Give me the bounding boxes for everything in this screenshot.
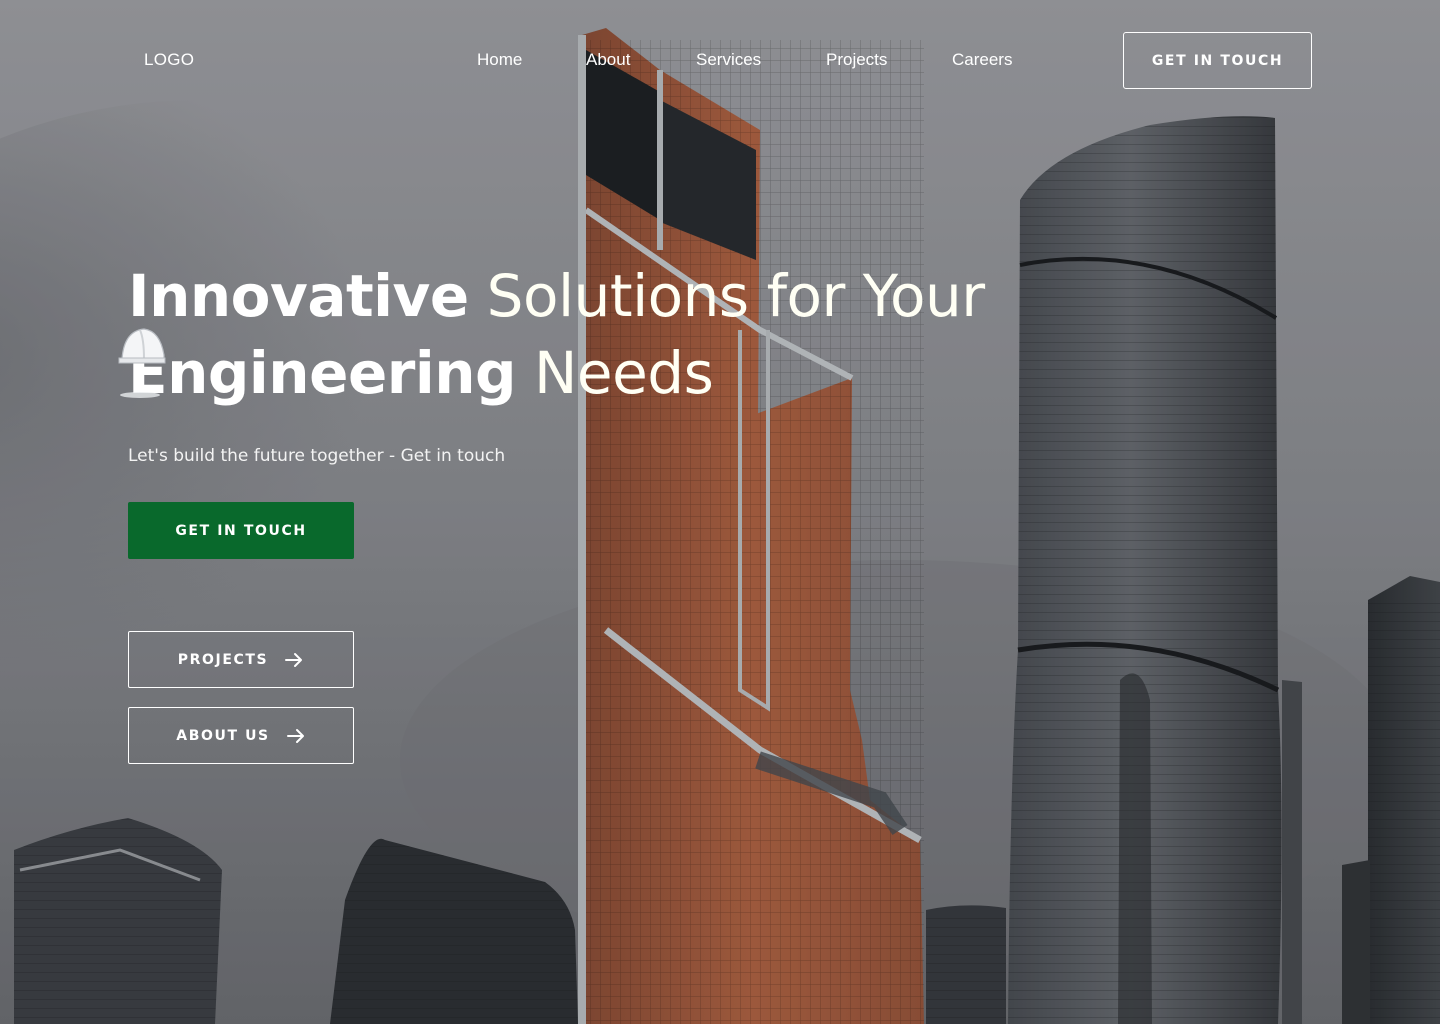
about-us-button-label: ABOUT US <box>176 727 270 744</box>
hero-get-in-touch-button[interactable]: GET IN TOUCH <box>128 502 354 559</box>
hero-subtitle: Let's build the future together - Get in… <box>128 446 506 466</box>
about-us-button[interactable]: ABOUT US <box>128 707 354 764</box>
arrow-right-icon <box>284 650 304 670</box>
hero-headline: Innovative Solutions for Your Engineerin… <box>128 258 985 412</box>
helmet-icon <box>118 325 166 401</box>
projects-button-label: PROJECTS <box>177 651 269 668</box>
projects-button[interactable]: PROJECTS <box>128 631 354 688</box>
headline-rest-1: Solutions for Your <box>468 262 985 330</box>
hero-get-in-touch-label: GET IN TOUCH <box>175 522 307 539</box>
headline-bold-2: Engineering <box>128 339 517 407</box>
headline-bold-1: Innovative <box>128 262 469 330</box>
headline-rest-2: Needs <box>516 339 714 407</box>
hero-section: Innovative Solutions for Your Engineerin… <box>0 0 1440 1024</box>
arrow-right-icon <box>286 726 306 746</box>
